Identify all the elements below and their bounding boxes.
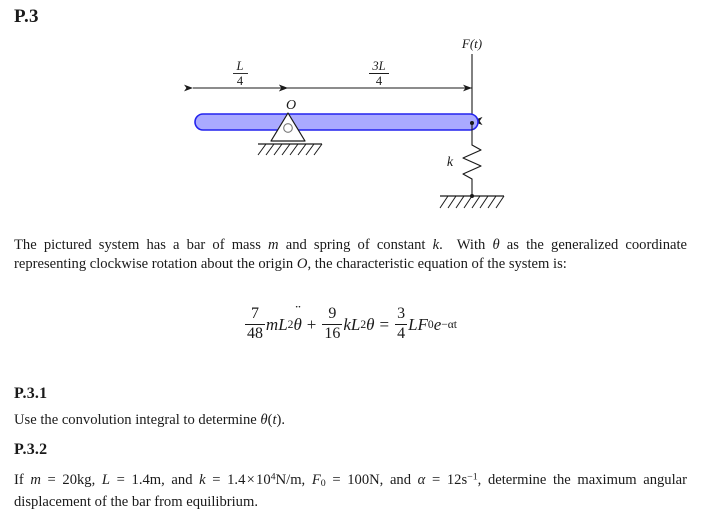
equation-equals: = xyxy=(379,314,390,334)
force-label: F(t) xyxy=(461,36,482,51)
frac-numerator: 7 xyxy=(250,305,259,322)
dimension-left-label: L 4 xyxy=(233,59,248,88)
characteristic-equation: 7 48 mL2θ + 9 16 kL2θ = 3 4 LF0e−αt xyxy=(0,303,701,343)
rigid-bar xyxy=(194,113,479,131)
dimension-right-numerator: 3L xyxy=(371,59,385,73)
dimension-right-label: 3L 4 xyxy=(369,59,389,88)
term1-theta-ddot: θ xyxy=(293,316,301,333)
frac-denominator: 48 xyxy=(244,323,265,342)
subproblem-body-1: Use the convolution integral to determin… xyxy=(14,412,286,428)
subproblem-heading-2: P.3.2 xyxy=(14,441,48,458)
spring xyxy=(462,123,482,196)
equation-fraction-3-4: 3 4 xyxy=(395,305,408,343)
term2-theta: θ xyxy=(366,314,375,334)
frac-numerator: 9 xyxy=(328,305,337,322)
term3-exponential: e xyxy=(433,314,442,334)
intro-paragraph: The pictured system has a bar of mass m … xyxy=(14,237,687,273)
dimension-left-denominator: 4 xyxy=(237,74,244,88)
subproblem-body-2: If m = 20kg, L = 1.4m, and k = 1.4 × 104… xyxy=(14,471,687,511)
term3-exponent: −αt xyxy=(441,317,458,331)
pivot-pin-circle xyxy=(283,123,293,133)
pivot-label: O xyxy=(286,98,296,113)
frac-numerator: 3 xyxy=(397,305,406,322)
term2-variables: kL xyxy=(343,314,361,334)
pivot-ground-hatching xyxy=(257,143,323,156)
spring-constant-label: k xyxy=(447,155,454,170)
frac-denominator: 4 xyxy=(395,323,408,342)
term3-variables: LF xyxy=(408,314,428,334)
equation-plus: + xyxy=(306,314,317,334)
dimension-left-numerator: L xyxy=(236,59,244,73)
bar-spring-system-diagram: L 4 3L 4 F(t) O k xyxy=(0,0,701,230)
spring-coil xyxy=(462,144,482,180)
term1-variables: mL xyxy=(265,314,288,334)
equation-fraction-7-48: 7 48 xyxy=(244,305,265,343)
frac-denominator: 16 xyxy=(322,323,343,342)
dimension-right-denominator: 4 xyxy=(376,74,383,88)
equation-fraction-9-16: 9 16 xyxy=(322,305,343,343)
subproblem-heading-1: P.3.1 xyxy=(14,385,48,402)
problem-page: P.3 L 4 3L 4 F(t) O k The pictured syste… xyxy=(0,0,701,530)
